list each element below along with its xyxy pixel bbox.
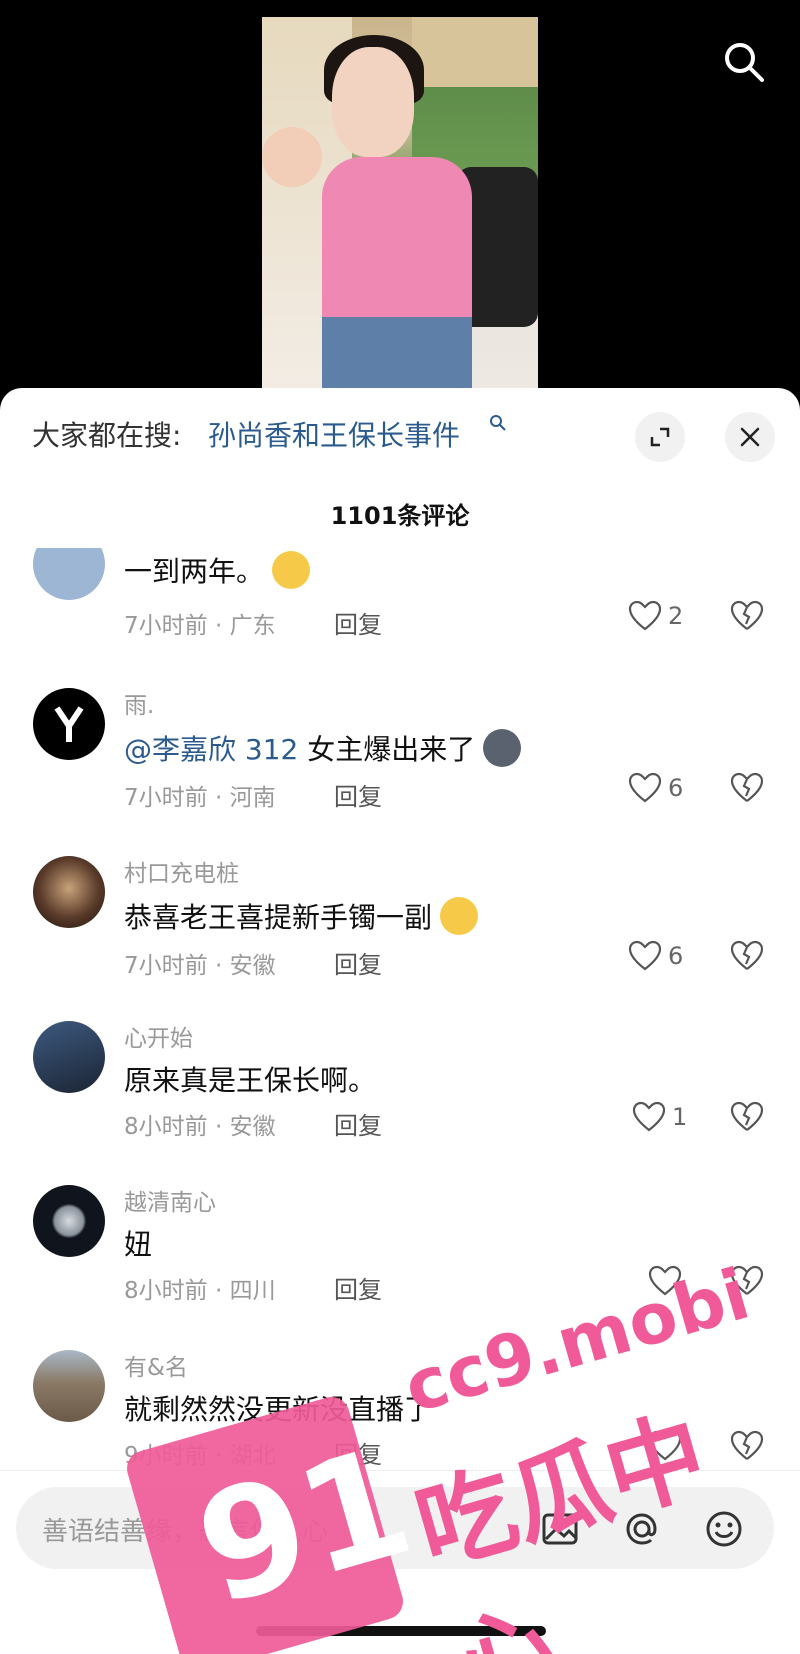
comment-text: 一到两年。 [124,550,311,590]
comment-meta: 7小时前 · 安徽 [124,953,276,979]
comment-meta: 8小时前 · 安徽 [124,1114,276,1140]
like-count: 6 [668,942,684,970]
comment-meta: 7小时前 · 河南 [124,785,276,811]
video-person-hand [262,127,322,187]
comment-item: 村口充电桩 恭喜老王喜提新手镯一副 7小时前 · 安徽 回复 6 [0,856,800,1016]
dislike-icon[interactable] [730,940,764,972]
dislike-icon[interactable] [730,772,764,804]
like-button[interactable]: 6 [628,772,683,804]
username[interactable]: 雨. [124,686,154,720]
username[interactable]: 村口充电桩 [124,854,239,888]
like-count: 6 [668,774,684,802]
y-logo-icon [54,706,84,742]
expand-button[interactable] [635,412,685,462]
trending-prefix: 大家都在搜: [32,419,182,452]
dislike-icon[interactable] [730,600,764,632]
dislike-icon[interactable] [730,1101,764,1133]
close-button[interactable] [725,412,775,462]
avatar[interactable] [33,1185,105,1257]
search-icon[interactable] [720,38,768,86]
blushing-emoji-icon [440,897,479,935]
comment-text: 原来真是王保长啊。 [124,1064,377,1097]
expand-icon [650,427,670,447]
reply-button[interactable]: 回复 [334,945,382,980]
crying-emoji-icon [272,551,311,589]
comment-meta: 8小时前 · 四川 [124,1278,276,1304]
comment-text: 恭喜老王喜提新手镯一副 [124,896,479,936]
reply-button[interactable]: 回复 [334,605,382,640]
comment-text: @李嘉欣 312 女主爆出来了 [124,728,522,768]
like-button[interactable]: 1 [632,1101,687,1133]
video-person-face [332,47,414,157]
close-icon [740,427,760,447]
video-area[interactable] [0,0,800,400]
dog-emoji-icon [483,729,522,767]
comment-meta: 7小时前 · 广东 [124,613,276,639]
comment-text: 妞 [124,1228,153,1261]
reply-button[interactable]: 回复 [334,1270,382,1305]
comment-item: 心开始 原来真是王保长啊。 8小时前 · 安徽 回复 1 [0,1021,800,1181]
comment-item: 雨. @李嘉欣 312 女主爆出来了 7小时前 · 河南 回复 6 [0,688,800,848]
username[interactable]: 有&名 [124,1348,188,1382]
like-count: 1 [672,1103,688,1131]
avatar[interactable] [33,1021,105,1093]
heart-icon [628,772,662,803]
comment-count: 1101条评论 [330,502,470,530]
avatar[interactable] [33,548,105,600]
username[interactable]: 越清南心 [124,1183,216,1217]
video-person-shirt [322,157,472,327]
heart-icon [628,940,662,971]
avatar[interactable] [33,856,105,928]
comment-item: 一到两年。 7小时前 · 广东 回复 2 [0,548,800,688]
username[interactable]: 心开始 [124,1019,193,1053]
like-button[interactable]: 2 [628,600,683,632]
heart-icon [632,1101,666,1132]
mention-link[interactable]: @李嘉欣 312 [124,733,298,766]
like-button[interactable]: 6 [628,940,683,972]
heart-icon [628,600,662,631]
like-count: 2 [668,602,684,630]
trending-search-link[interactable]: 孙尚香和王保长事件 [208,414,460,454]
video-player[interactable] [262,17,538,400]
reply-button[interactable]: 回复 [334,777,382,812]
avatar[interactable] [33,1350,105,1422]
sheet-header: 大家都在搜: 孙尚香和王保长事件 [0,388,800,462]
video-background-painting [412,17,538,87]
avatar[interactable] [33,688,105,760]
reply-button[interactable]: 回复 [334,1106,382,1141]
search-icon[interactable] [489,414,507,432]
